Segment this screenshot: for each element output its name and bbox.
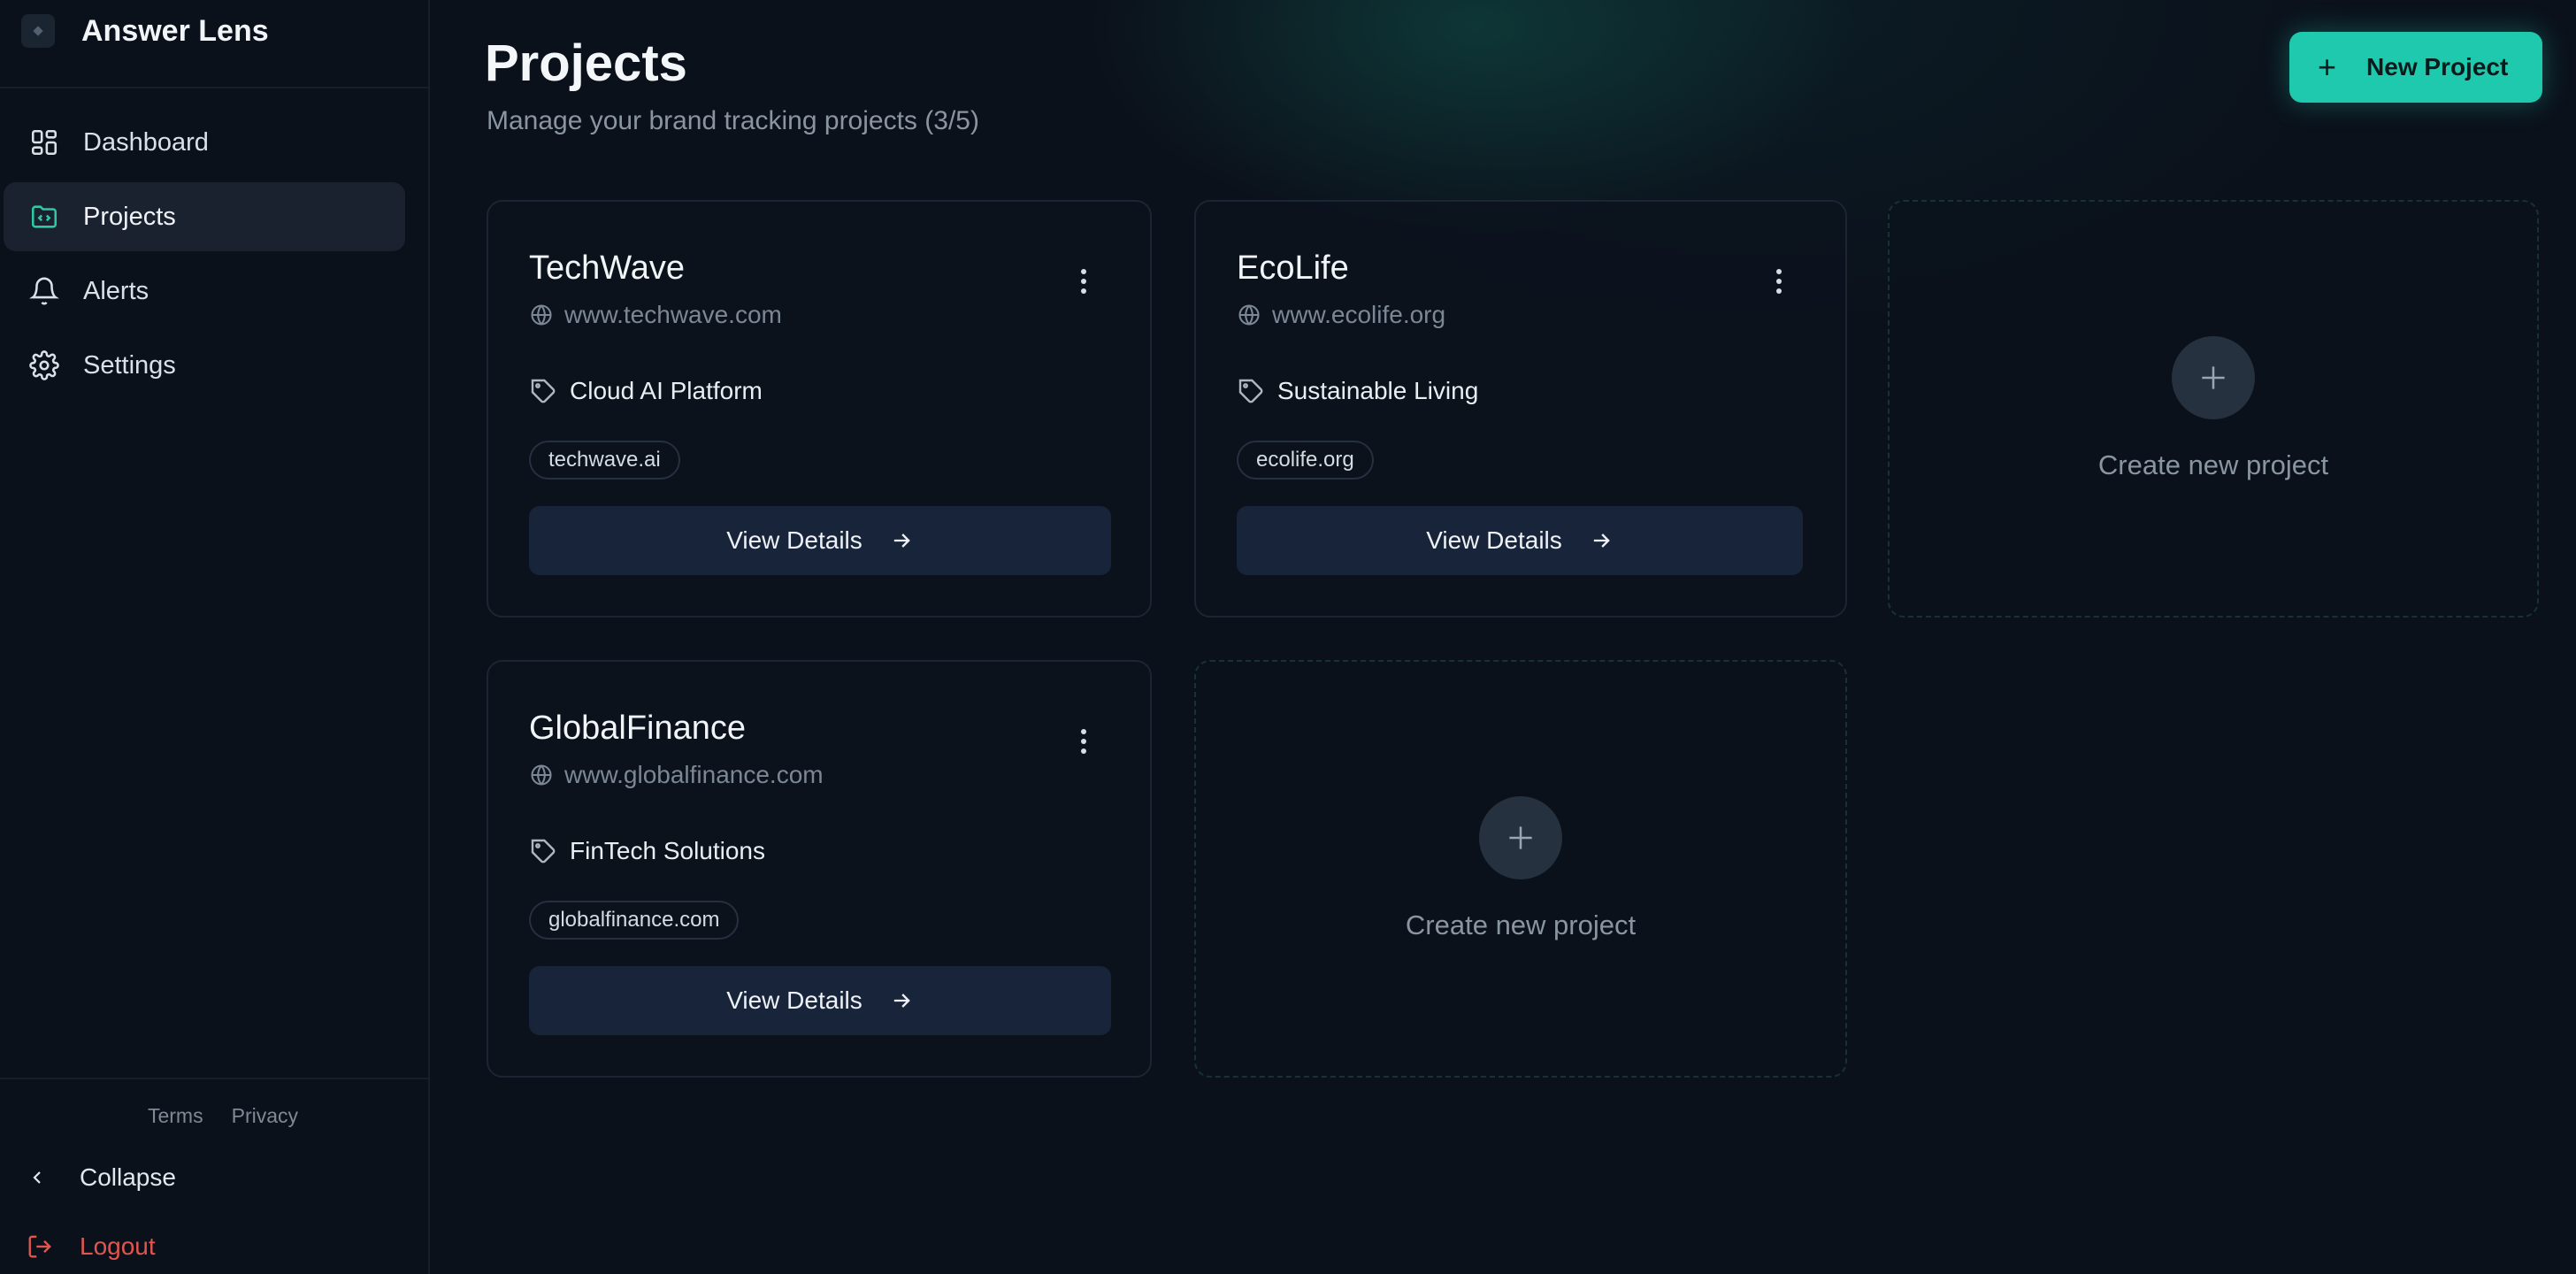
domain-badge: ecolife.org bbox=[1237, 441, 1374, 480]
project-name: EcoLife bbox=[1237, 249, 1349, 287]
more-options-icon[interactable] bbox=[1776, 269, 1782, 298]
project-card: GlobalFinance www.globalfinance.com FinT… bbox=[487, 660, 1152, 1078]
create-project-card[interactable]: Create new project bbox=[1194, 660, 1847, 1078]
sidebar-footer: Terms Privacy Collapse Logout bbox=[0, 1078, 428, 1273]
create-project-label: Create new project bbox=[2097, 449, 2329, 480]
project-category: Sustainable Living bbox=[1237, 377, 1478, 405]
new-project-button[interactable]: + New Project bbox=[2289, 32, 2542, 103]
view-details-button[interactable]: View Details bbox=[529, 966, 1111, 1035]
logout-button[interactable]: Logout bbox=[0, 1220, 428, 1273]
tag-icon bbox=[529, 377, 557, 405]
sidebar-item-dashboard[interactable]: Dashboard bbox=[4, 108, 405, 177]
arrow-right-icon bbox=[1589, 528, 1614, 553]
bell-icon bbox=[27, 273, 62, 309]
project-url: www.ecolife.org bbox=[1237, 301, 1445, 329]
gear-icon bbox=[27, 348, 62, 383]
dashboard-grid-icon bbox=[27, 125, 62, 160]
project-url-text: www.ecolife.org bbox=[1272, 301, 1446, 328]
create-project-label: Create new project bbox=[1405, 909, 1637, 940]
sidebar-nav: Dashboard Projects Alerts Settings bbox=[0, 88, 428, 400]
project-category: FinTech Solutions bbox=[529, 837, 765, 865]
page-title: Projects bbox=[485, 35, 687, 92]
project-name: TechWave bbox=[529, 249, 685, 287]
view-details-label: View Details bbox=[726, 986, 862, 1014]
arrow-right-icon bbox=[889, 528, 914, 553]
folder-code-icon bbox=[27, 199, 62, 234]
sidebar-item-projects[interactable]: Projects bbox=[4, 182, 405, 251]
project-category-text: FinTech Solutions bbox=[570, 837, 766, 864]
terms-link[interactable]: Terms bbox=[148, 1104, 203, 1128]
view-details-button[interactable]: View Details bbox=[529, 506, 1111, 575]
tag-icon bbox=[529, 837, 557, 865]
logout-label: Logout bbox=[80, 1232, 156, 1260]
project-url-text: www.techwave.com bbox=[564, 301, 782, 328]
chevron-left-icon bbox=[27, 1167, 62, 1188]
logo-icon bbox=[21, 14, 55, 48]
page-subtitle: Manage your brand tracking projects (3/5… bbox=[487, 106, 979, 135]
tag-icon bbox=[1237, 377, 1265, 405]
legal-links: Terms Privacy bbox=[0, 1079, 428, 1128]
new-project-label: New Project bbox=[2366, 53, 2509, 81]
view-details-label: View Details bbox=[726, 526, 862, 554]
project-card: TechWave www.techwave.com Cloud AI Platf… bbox=[487, 200, 1152, 618]
plus-icon bbox=[2172, 336, 2255, 419]
globe-icon bbox=[529, 303, 554, 327]
more-options-icon[interactable] bbox=[1081, 729, 1086, 758]
logout-icon bbox=[27, 1233, 62, 1260]
plus-icon bbox=[1479, 796, 1562, 879]
globe-icon bbox=[529, 763, 554, 787]
main-content: Projects Manage your brand tracking proj… bbox=[430, 0, 2576, 1274]
app-root: Answer Lens Dashboard Projects Alerts Se… bbox=[0, 0, 2576, 1274]
more-options-icon[interactable] bbox=[1081, 269, 1086, 298]
sidebar-item-label: Alerts bbox=[83, 276, 150, 305]
project-category: Cloud AI Platform bbox=[529, 377, 763, 405]
sidebar-item-label: Settings bbox=[83, 350, 176, 380]
project-url-text: www.globalfinance.com bbox=[564, 761, 824, 788]
sidebar-item-alerts[interactable]: Alerts bbox=[4, 257, 405, 326]
brand: Answer Lens bbox=[0, 0, 428, 88]
collapse-button[interactable]: Collapse bbox=[0, 1151, 428, 1204]
sidebar-item-settings[interactable]: Settings bbox=[4, 331, 405, 400]
sidebar: Answer Lens Dashboard Projects Alerts Se… bbox=[0, 0, 430, 1274]
project-name: GlobalFinance bbox=[529, 710, 747, 747]
project-url: www.globalfinance.com bbox=[529, 761, 824, 789]
project-category-text: Sustainable Living bbox=[1277, 377, 1479, 404]
plus-icon: + bbox=[2318, 49, 2337, 85]
view-details-button[interactable]: View Details bbox=[1237, 506, 1803, 575]
view-details-label: View Details bbox=[1426, 526, 1562, 554]
project-card: EcoLife www.ecolife.org Sustainable Livi… bbox=[1194, 200, 1847, 618]
app-name: Answer Lens bbox=[81, 13, 269, 48]
arrow-right-icon bbox=[889, 988, 914, 1013]
privacy-link[interactable]: Privacy bbox=[232, 1104, 298, 1128]
collapse-label: Collapse bbox=[80, 1163, 176, 1191]
create-project-card[interactable]: Create new project bbox=[1888, 200, 2539, 618]
domain-badge: globalfinance.com bbox=[529, 901, 740, 940]
sidebar-item-label: Projects bbox=[83, 202, 176, 231]
sidebar-item-label: Dashboard bbox=[83, 127, 209, 157]
domain-badge: techwave.ai bbox=[529, 441, 680, 480]
project-category-text: Cloud AI Platform bbox=[570, 377, 763, 404]
globe-icon bbox=[1237, 303, 1261, 327]
project-url: www.techwave.com bbox=[529, 301, 782, 329]
